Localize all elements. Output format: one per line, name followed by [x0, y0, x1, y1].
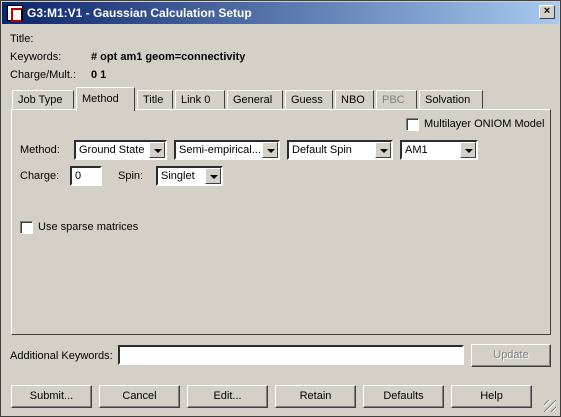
additional-keywords-input[interactable]	[118, 345, 464, 365]
resize-grip-icon[interactable]	[544, 400, 556, 412]
charge-mult-label: Charge/Mult.:	[10, 69, 77, 81]
tab-method[interactable]: Method	[76, 87, 135, 111]
spin-type-select[interactable]: Default Spin	[287, 140, 393, 160]
oniom-checkbox[interactable]	[406, 118, 419, 131]
window-title: G3:M1:V1 - Gaussian Calculation Setup	[27, 6, 252, 20]
submit-button[interactable]: Submit...	[11, 385, 92, 408]
method-value: AM1	[405, 144, 428, 156]
sparse-matrices-label: Use sparse matrices	[38, 221, 139, 233]
app-icon	[7, 5, 23, 22]
additional-keywords-label: Additional Keywords:	[10, 350, 113, 362]
chevron-down-icon[interactable]	[149, 142, 165, 158]
spin-value: Singlet	[161, 170, 195, 182]
chevron-down-icon[interactable]	[262, 142, 278, 158]
tab-job-type[interactable]: Job Type	[12, 90, 74, 109]
tab-nbo[interactable]: NBO	[335, 90, 374, 109]
gaussian-setup-window: G3:M1:V1 - Gaussian Calculation Setup × …	[0, 0, 561, 417]
chevron-down-icon[interactable]	[205, 168, 221, 184]
oniom-label: Multilayer ONIOM Model	[424, 118, 545, 130]
tab-solvation[interactable]: Solvation	[419, 90, 483, 109]
tab-pbc: PBC	[376, 90, 417, 109]
state-select[interactable]: Ground State	[74, 140, 167, 160]
close-button[interactable]: ×	[539, 5, 555, 19]
method-label: Method:	[20, 144, 60, 156]
spin-select[interactable]: Singlet	[156, 166, 223, 186]
update-button: Update	[471, 344, 551, 367]
charge-label: Charge:	[20, 170, 60, 182]
charge-mult-value: 0 1	[91, 69, 107, 81]
edit-button[interactable]: Edit...	[187, 385, 268, 408]
chevron-down-icon[interactable]	[460, 142, 476, 158]
defaults-button[interactable]: Defaults	[363, 385, 444, 408]
tab-general[interactable]: General	[227, 90, 283, 109]
title-label: Title:	[10, 33, 34, 45]
method-class-value: Semi-empirical...	[179, 144, 260, 156]
method-class-select[interactable]: Semi-empirical...	[174, 140, 280, 160]
chevron-down-icon[interactable]	[375, 142, 391, 158]
tab-title[interactable]: Title	[137, 90, 173, 109]
tab-link0[interactable]: Link 0	[175, 90, 225, 109]
title-bar[interactable]: G3:M1:V1 - Gaussian Calculation Setup ×	[2, 2, 559, 24]
state-select-value: Ground State	[79, 144, 145, 156]
cancel-button[interactable]: Cancel	[99, 385, 180, 408]
help-button[interactable]: Help	[451, 385, 532, 408]
charge-input[interactable]: 0	[70, 166, 102, 186]
retain-button[interactable]: Retain	[275, 385, 356, 408]
keywords-value: # opt am1 geom=connectivity	[91, 51, 246, 63]
spin-type-value: Default Spin	[292, 144, 352, 156]
method-select[interactable]: AM1	[400, 140, 478, 160]
spin-label: Spin:	[118, 170, 144, 182]
keywords-label: Keywords:	[10, 51, 62, 63]
sparse-matrices-checkbox[interactable]	[20, 221, 33, 234]
tab-guess[interactable]: Guess	[285, 90, 333, 109]
